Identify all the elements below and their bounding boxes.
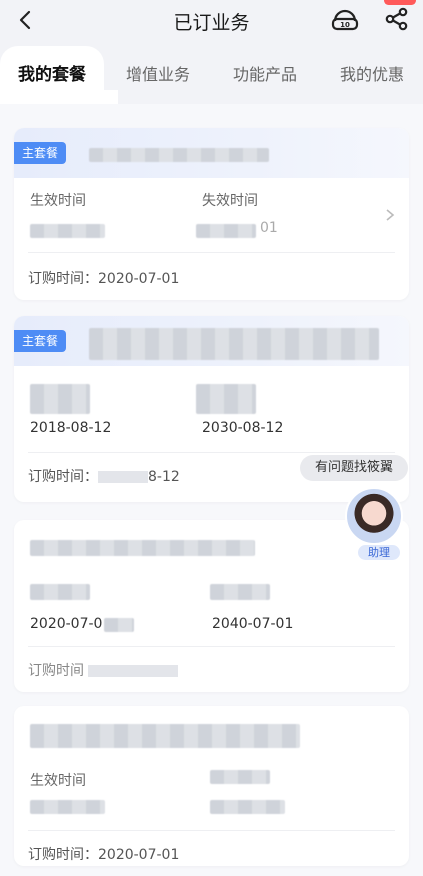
order-time: 订购时间 <box>28 660 178 680</box>
order-label: 订购时间： <box>28 469 98 485</box>
order-label: 订购时间： <box>28 271 98 287</box>
order-fragment: 8-12 <box>148 469 180 485</box>
assistant-help-pill[interactable]: 有问题找筱翼 <box>300 455 408 481</box>
redacted-plan-name <box>30 540 255 556</box>
order-label: 订购时间 <box>28 663 84 679</box>
effective-label: 生效时间 <box>30 773 86 789</box>
tab-value-added[interactable]: 增值业务 <box>108 46 208 104</box>
redacted-plan-name <box>30 724 300 748</box>
tab-bar: 我的套餐 增值业务 功能产品 我的优惠 <box>0 46 423 164</box>
tab-my-plan[interactable]: 我的套餐 <box>0 46 118 104</box>
redacted-plan-name <box>89 328 379 360</box>
tab-functions[interactable]: 功能产品 <box>215 46 315 104</box>
expire-date: 2030-08-12 <box>202 420 284 436</box>
redacted-plan-name <box>89 148 269 162</box>
effective-label: 生效时间 <box>30 193 86 209</box>
order-time: 订购时间： 8-12 <box>28 466 180 486</box>
customer-service-icon[interactable]: 10 <box>330 6 360 34</box>
main-plan-tag: 主套餐 <box>14 330 67 352</box>
chevron-right-icon <box>386 209 395 221</box>
redacted-effective-label <box>30 584 90 600</box>
redacted-effective-date <box>30 224 105 238</box>
share-button[interactable] <box>380 0 423 36</box>
effective-date: 2018-08-12 <box>30 420 112 436</box>
redacted-expire-label <box>210 770 270 784</box>
svg-text:10: 10 <box>340 21 350 29</box>
share-icon <box>385 7 408 31</box>
redacted-effective-label <box>30 384 90 414</box>
plan-card[interactable]: 2020-07-0 2040-07-01 订购时间 <box>14 520 409 692</box>
order-value: 2020-07-01 <box>98 271 180 287</box>
card-header: 主套餐 <box>14 128 409 178</box>
redacted-effective-date <box>30 800 105 814</box>
tab-my-offers[interactable]: 我的优惠 <box>322 46 422 104</box>
divider <box>28 452 395 453</box>
redacted-expire-date <box>196 224 256 238</box>
divider <box>28 646 395 647</box>
redacted-order-date <box>88 665 178 677</box>
order-time: 订购时间：2020-07-01 <box>28 268 179 288</box>
expire-date: 2040-07-01 <box>212 616 294 632</box>
redacted-expire-date <box>210 800 285 814</box>
effective-date: 2020-07-0 <box>30 616 103 632</box>
share-badge <box>384 0 416 5</box>
divider <box>28 830 395 831</box>
main-plan-tag: 主套餐 <box>14 142 67 164</box>
order-time: 订购时间：2020-07-01 <box>28 844 179 864</box>
expire-fragment: 01 <box>260 220 278 236</box>
plan-card[interactable]: 主套餐 生效时间 失效时间 01 订购时间：2020-07-01 <box>14 128 409 300</box>
divider <box>28 252 395 253</box>
expire-label: 失效时间 <box>202 193 258 209</box>
header: 已订业务 10 <box>0 0 423 40</box>
redacted-order-date <box>98 471 148 483</box>
order-value: 2020-07-01 <box>98 847 180 863</box>
redacted-expire-label <box>196 384 256 414</box>
redacted-expire-label <box>210 584 270 600</box>
assistant-label: 助理 <box>358 545 400 560</box>
assistant-avatar[interactable] <box>345 487 403 545</box>
redacted-effective-suffix <box>104 618 134 632</box>
order-label: 订购时间： <box>28 847 98 863</box>
plan-card[interactable]: 生效时间 订购时间：2020-07-01 <box>14 706 409 866</box>
card-header: 主套餐 <box>14 316 409 366</box>
